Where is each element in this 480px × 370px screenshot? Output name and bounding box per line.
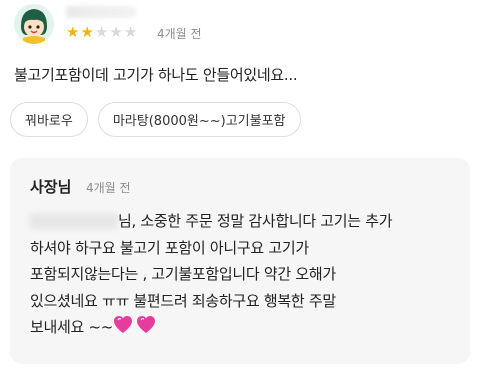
girl-character-avatar-icon bbox=[14, 4, 54, 44]
hearts bbox=[113, 315, 157, 344]
menu-tag[interactable]: 마라탕(8000원~~)고기불포함 bbox=[97, 102, 301, 137]
reply-line: 있으셨네요 ㅠㅠ 불편드려 죄송하구요 행복한 주말 bbox=[30, 291, 336, 310]
star-icon: ★ bbox=[66, 23, 81, 41]
reply-text: 님, 소중한 주문 정말 감사합니다 고기는 추가 하셔야 하구요 불고기 포함… bbox=[30, 208, 462, 344]
menu-tags: 꿔바로우 마라탕(8000원~~)고기불포함 bbox=[10, 102, 301, 137]
sparkling-heart-icon bbox=[114, 316, 156, 333]
reply-line-last: 보내세요 ~~ bbox=[30, 314, 462, 344]
review-date: 4개월 전 bbox=[157, 27, 202, 41]
reply-line: 님, 소중한 주문 정말 감사합니다 고기는 추가 bbox=[118, 212, 393, 230]
rating-stars: ★★★★★ bbox=[66, 24, 138, 40]
reply-line: 하셔야 하구요 불고기 포함이 아니구요 고기가 bbox=[30, 238, 309, 257]
reply-line: 포함되지않는다는 , 고기불포함입니다 약간 오해가 bbox=[30, 265, 336, 283]
star-icon: ★ bbox=[123, 23, 139, 41]
user-avatar[interactable] bbox=[14, 4, 54, 44]
blurred-username bbox=[66, 6, 136, 18]
owner-reply: 사장님 4개월 전 님, 소중한 주문 정말 감사합니다 고기는 추가 하셔야 … bbox=[10, 158, 470, 364]
menu-tag[interactable]: 꿔바로우 bbox=[10, 102, 88, 137]
star-icon: ★ bbox=[94, 23, 110, 41]
star-icon: ★ bbox=[109, 23, 124, 41]
review-text: 불고기포함이데 고기가 하나도 안들어있네요... bbox=[14, 66, 298, 84]
star-icon: ★ bbox=[80, 23, 95, 41]
reply-author: 사장님 bbox=[30, 178, 72, 196]
reply-line: 보내세요 ~~ bbox=[30, 318, 114, 336]
reply-date: 4개월 전 bbox=[86, 181, 131, 195]
